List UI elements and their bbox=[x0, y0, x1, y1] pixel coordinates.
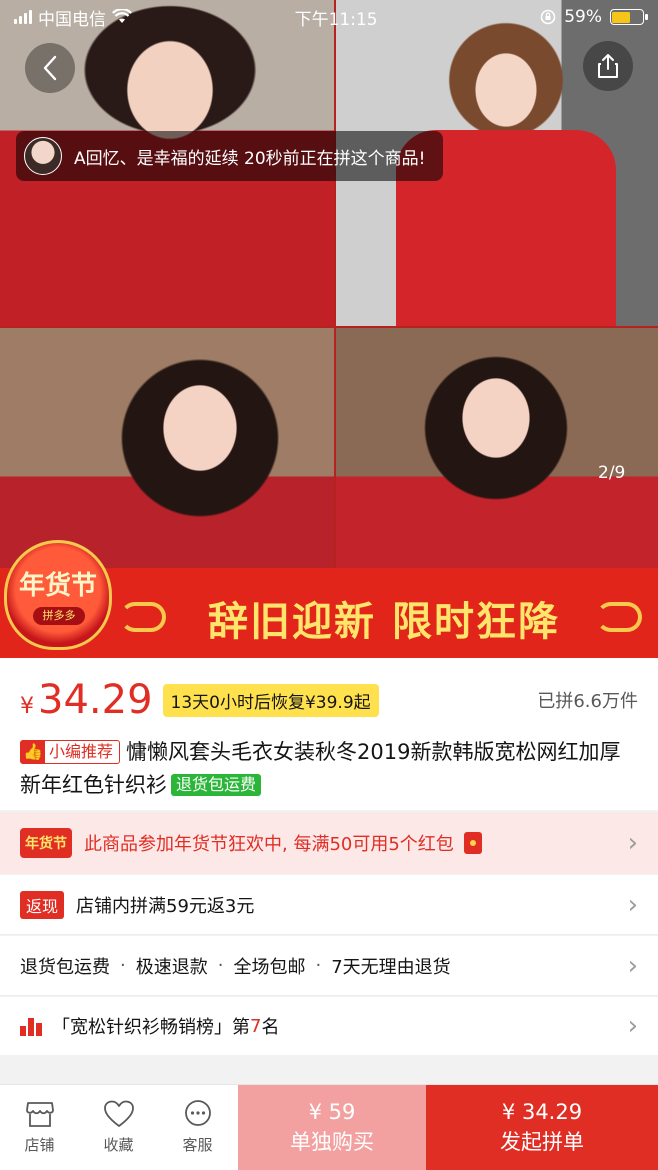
festival-promo-row[interactable]: 年货节 此商品参加年货节狂欢中, 每满50可用5个红包 › bbox=[0, 812, 658, 874]
ranking-icon bbox=[20, 1016, 42, 1036]
service-item: 退货包运费 bbox=[20, 956, 110, 978]
promo-slogan: 辞旧迎新 限时狂降 bbox=[208, 599, 560, 645]
image-pager: 2/9 bbox=[598, 463, 626, 483]
price-row: ¥ 34.29 13天0小时后恢复¥39.9起 已拼6.6万件 bbox=[20, 672, 638, 728]
chevron-right-icon: › bbox=[627, 889, 638, 920]
sold-count: 已拼6.6万件 bbox=[537, 691, 638, 712]
share-button[interactable] bbox=[583, 41, 633, 91]
product-title-block: 👍 小编推荐 慵懒风套头毛衣女装秋冬2019新款韩版宽松网红加厚新年红色针织衫 退货包… bbox=[20, 736, 640, 802]
bottom-action-bar: 店铺 收藏 客服 ¥ 59 单独购买 ¥ 34.29 发起拼单 bbox=[0, 1084, 658, 1170]
rotation-lock-icon bbox=[540, 9, 556, 25]
festival-badge: 年货节 bbox=[20, 828, 72, 858]
chevron-right-icon: › bbox=[627, 828, 638, 858]
ranking-number: 7 bbox=[250, 1015, 262, 1037]
tab-favorite[interactable]: 收藏 bbox=[79, 1085, 158, 1170]
ranking-prefix: 「宽松针织衫畅销榜」第 bbox=[52, 1017, 250, 1038]
chevron-right-icon: › bbox=[627, 950, 638, 981]
carrier: 中国电信 bbox=[38, 9, 106, 30]
festival-lantern-logo: 年货节 拼多多 bbox=[4, 540, 112, 650]
tab-store[interactable]: 店铺 bbox=[0, 1085, 79, 1170]
group-buy-label: 发起拼单 bbox=[500, 1130, 584, 1154]
group-buy-price: ¥ 34.29 bbox=[501, 1100, 583, 1124]
group-price: 34.29 bbox=[38, 677, 153, 723]
cashback-row[interactable]: 返现 店铺内拼满59元返3元 › bbox=[0, 875, 658, 935]
product-info: ¥ 34.29 13天0小时后恢复¥39.9起 已拼6.6万件 👍 小编推荐 慵懒风… bbox=[0, 658, 658, 810]
status-bar: 中国电信 下午11:15 59% bbox=[0, 0, 658, 34]
battery-percent: 59% bbox=[564, 7, 602, 27]
cashback-text: 店铺内拼满59元返3元 bbox=[76, 895, 255, 917]
battery-icon bbox=[609, 9, 648, 25]
back-button[interactable] bbox=[25, 43, 75, 93]
heart-icon bbox=[103, 1100, 134, 1127]
tab-customer-service[interactable]: 客服 bbox=[158, 1085, 237, 1170]
chat-bubble-icon bbox=[184, 1100, 211, 1126]
store-icon bbox=[25, 1102, 54, 1127]
wifi-icon bbox=[112, 9, 132, 23]
chevron-left-icon bbox=[43, 55, 57, 81]
buy-alone-price: ¥ 59 bbox=[308, 1100, 356, 1124]
price-countdown-badge: 13天0小时后恢复¥39.9起 bbox=[162, 683, 379, 717]
ranking-suffix: 名 bbox=[261, 1017, 280, 1038]
notice-text: A回忆、是幸福的延续 20秒前正在拼这个商品! bbox=[74, 148, 426, 169]
ranking-row[interactable]: 「宽松针织衫畅销榜」第 7 名 › bbox=[0, 997, 658, 1055]
buy-alone-button[interactable]: ¥ 59 单独购买 bbox=[238, 1085, 426, 1170]
avatar bbox=[24, 137, 62, 175]
live-purchase-notice: A回忆、是幸福的延续 20秒前正在拼这个商品! bbox=[16, 131, 444, 181]
service-guarantee-row[interactable]: 退货包运费 · 极速退款 · 全场包邮 · 7天无理由退货 › bbox=[0, 936, 658, 996]
signal-icon bbox=[14, 10, 32, 24]
cashback-badge: 返现 bbox=[20, 890, 65, 919]
buy-alone-label: 单独购买 bbox=[290, 1130, 374, 1154]
start-group-buy-button[interactable]: ¥ 34.29 发起拼单 bbox=[426, 1085, 658, 1170]
currency-symbol: ¥ bbox=[20, 693, 34, 719]
editor-recommend-tag: 👍 小编推荐 bbox=[20, 740, 121, 764]
service-item: 全场包邮 bbox=[233, 956, 306, 978]
red-packet-icon bbox=[463, 832, 482, 854]
festival-promo-text: 此商品参加年货节狂欢中, 每满50可用5个红包 bbox=[84, 834, 454, 855]
status-time: 下午11:15 bbox=[294, 9, 378, 30]
promo-banner: 年货节 拼多多 辞旧迎新 限时狂降 bbox=[0, 540, 658, 658]
share-icon bbox=[598, 54, 618, 78]
refund-shipping-tag: 退货包运费 bbox=[171, 774, 262, 796]
product-image-gallery[interactable]: 年货节 拼多多 辞旧迎新 限时狂降 2/9 bbox=[0, 0, 658, 658]
chevron-right-icon: › bbox=[627, 1011, 638, 1041]
thumbs-up-icon: 👍 bbox=[21, 741, 45, 763]
service-item: 极速退款 bbox=[135, 956, 208, 978]
service-item: 7天无理由退货 bbox=[331, 956, 451, 978]
